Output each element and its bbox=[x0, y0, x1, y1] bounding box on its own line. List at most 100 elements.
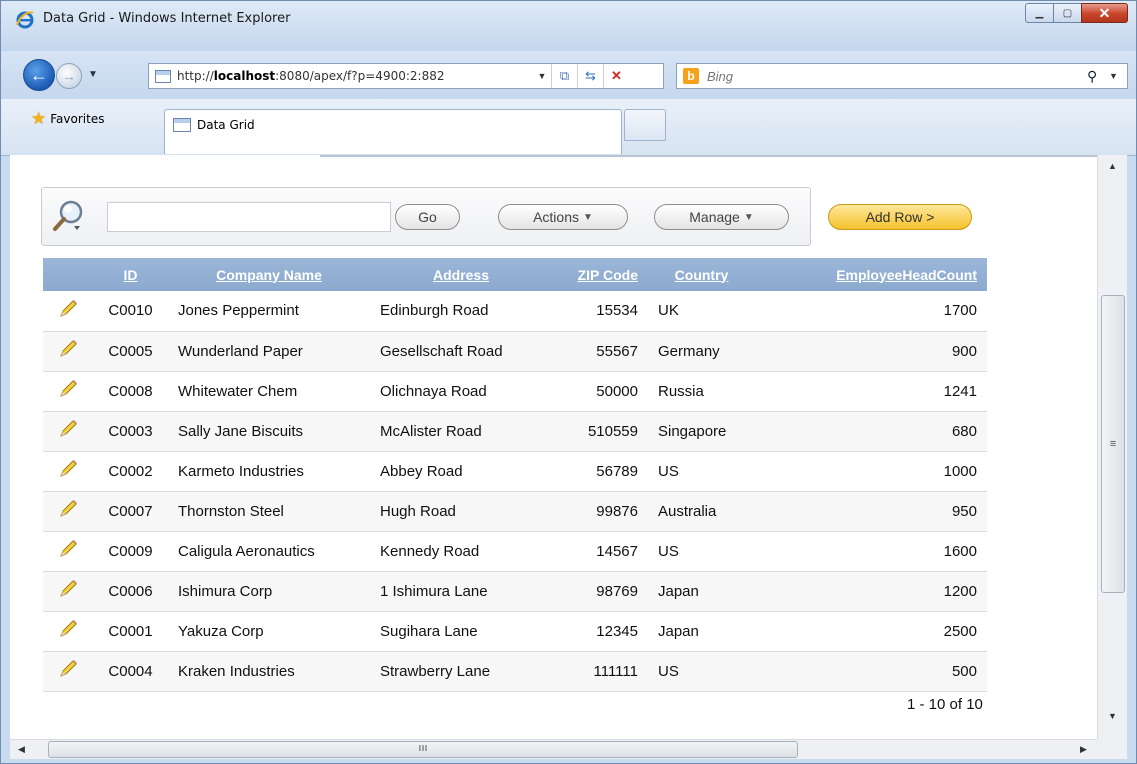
column-header-zip-code[interactable]: ZIP Code bbox=[552, 258, 648, 291]
cell-employee-head-count: 680 bbox=[755, 411, 987, 452]
search-placeholder[interactable]: Bing bbox=[707, 69, 1087, 84]
cell-company-name: Whitewater Chem bbox=[168, 371, 370, 412]
table-row: C0003 Sally Jane Biscuits McAlister Road 51… bbox=[43, 411, 987, 452]
grid-search-input[interactable] bbox=[107, 202, 391, 232]
cell-country: Japan bbox=[648, 611, 755, 652]
cell-company-name: Caligula Aeronautics bbox=[168, 531, 370, 572]
column-header-employee-head-count[interactable]: EmployeeHeadCount bbox=[755, 258, 987, 291]
column-header-address[interactable]: Address bbox=[370, 258, 552, 291]
cell-address: Edinburgh Road bbox=[370, 291, 552, 332]
stop-icon[interactable]: ✕ bbox=[603, 64, 629, 88]
back-button[interactable]: ← bbox=[23, 59, 55, 91]
cell-zip-code: 55567 bbox=[552, 331, 648, 372]
go-button[interactable]: Go bbox=[395, 204, 460, 230]
actions-menu-button[interactable]: Actions ▼ bbox=[498, 204, 628, 230]
column-header-company-name[interactable]: Company Name bbox=[168, 258, 370, 291]
new-tab-button[interactable] bbox=[624, 109, 666, 141]
pencil-icon[interactable] bbox=[57, 578, 79, 600]
cell-employee-head-count: 950 bbox=[755, 491, 987, 532]
edit-cell bbox=[43, 651, 93, 692]
pagination-info: 1 - 10 of 10 bbox=[907, 696, 983, 713]
cell-address: Sugihara Lane bbox=[370, 611, 552, 652]
minimize-button[interactable]: ▁ bbox=[1025, 3, 1054, 23]
horizontal-scrollbar[interactable]: ◀ ııı ▶ bbox=[10, 739, 1097, 759]
cell-id: C0007 bbox=[93, 491, 168, 532]
table-row: C0002 Karmeto Industries Abbey Road 56789 US… bbox=[43, 451, 987, 492]
cell-zip-code: 14567 bbox=[552, 531, 648, 572]
column-header-country[interactable]: Country bbox=[648, 258, 755, 291]
cell-country: Singapore bbox=[648, 411, 755, 452]
cell-address: Abbey Road bbox=[370, 451, 552, 492]
address-field[interactable]: http://localhost:8080/apex/f?p=4900:2:88… bbox=[148, 63, 664, 89]
cell-company-name: Yakuza Corp bbox=[168, 611, 370, 652]
go-label: Go bbox=[418, 209, 437, 225]
cell-country: Australia bbox=[648, 491, 755, 532]
address-dropdown-icon[interactable]: ▼ bbox=[533, 71, 551, 81]
scroll-right-icon[interactable]: ▶ bbox=[1080, 744, 1087, 755]
cell-id: C0006 bbox=[93, 571, 168, 612]
add-row-label: Add Row > bbox=[865, 209, 935, 225]
cell-address: Hugh Road bbox=[370, 491, 552, 532]
search-field[interactable]: b Bing ⚲ ▼ bbox=[676, 63, 1128, 89]
add-row-button[interactable]: Add Row > bbox=[828, 204, 972, 230]
cell-id: C0008 bbox=[93, 371, 168, 412]
cell-id: C0002 bbox=[93, 451, 168, 492]
table-row: C0005 Wunderland Paper Gesellschaft Road 55… bbox=[43, 331, 987, 372]
url-text[interactable]: http://localhost:8080/apex/f?p=4900:2:88… bbox=[177, 69, 533, 83]
pencil-icon[interactable] bbox=[57, 658, 79, 680]
tab-label: Data Grid bbox=[197, 118, 255, 132]
cell-country: Germany bbox=[648, 331, 755, 372]
cell-company-name: Kraken Industries bbox=[168, 651, 370, 692]
forward-button[interactable]: → bbox=[56, 63, 82, 89]
magnifier-icon[interactable] bbox=[52, 199, 86, 233]
cell-company-name: Karmeto Industries bbox=[168, 451, 370, 492]
pencil-icon[interactable] bbox=[57, 498, 79, 520]
recent-pages-dropdown[interactable]: ▼ bbox=[88, 69, 98, 80]
maximize-button[interactable]: ▢ bbox=[1053, 3, 1082, 23]
maximize-icon: ▢ bbox=[1062, 7, 1073, 19]
cell-address: Strawberry Lane bbox=[370, 651, 552, 692]
cell-zip-code: 15534 bbox=[552, 291, 648, 332]
title-bar: Data Grid - Windows Internet Explorer ▁ … bbox=[1, 1, 1136, 51]
pencil-icon[interactable] bbox=[57, 538, 79, 560]
scroll-down-icon[interactable]: ▼ bbox=[1108, 711, 1117, 721]
pencil-icon[interactable] bbox=[57, 418, 79, 440]
vertical-scrollbar[interactable]: ▲ ≡ ▼ bbox=[1097, 155, 1127, 739]
pencil-icon[interactable] bbox=[57, 378, 79, 400]
refresh-icon[interactable]: ⇆ bbox=[577, 64, 603, 88]
pencil-icon[interactable] bbox=[57, 458, 79, 480]
table-row: C0004 Kraken Industries Strawberry Lane 111… bbox=[43, 651, 987, 692]
cell-employee-head-count: 1000 bbox=[755, 451, 987, 492]
page-icon bbox=[173, 118, 191, 132]
cell-employee-head-count: 2500 bbox=[755, 611, 987, 652]
pencil-icon[interactable] bbox=[57, 298, 79, 320]
cell-zip-code: 510559 bbox=[552, 411, 648, 452]
compatibility-view-icon[interactable]: ⧉ bbox=[551, 64, 577, 88]
table-row: C0009 Caligula Aeronautics Kennedy Road 145… bbox=[43, 531, 987, 572]
cell-address: McAlister Road bbox=[370, 411, 552, 452]
search-icon[interactable]: ⚲ bbox=[1087, 68, 1109, 85]
column-header-id[interactable]: ID bbox=[93, 258, 168, 291]
cell-address: 1 Ishimura Lane bbox=[370, 571, 552, 612]
pencil-icon[interactable] bbox=[57, 338, 79, 360]
cell-country: US bbox=[648, 451, 755, 492]
search-dropdown-icon[interactable]: ▼ bbox=[1109, 71, 1127, 81]
pencil-icon[interactable] bbox=[57, 618, 79, 640]
vertical-scroll-thumb[interactable]: ≡ bbox=[1101, 295, 1125, 593]
edit-cell bbox=[43, 411, 93, 452]
scroll-left-icon[interactable]: ◀ bbox=[18, 744, 25, 755]
grip-icon: ≡ bbox=[1109, 438, 1117, 450]
cell-zip-code: 56789 bbox=[552, 451, 648, 492]
scroll-up-icon[interactable]: ▲ bbox=[1108, 161, 1117, 171]
cell-company-name: Ishimura Corp bbox=[168, 571, 370, 612]
edit-cell bbox=[43, 531, 93, 572]
page-content: Go Actions ▼ Manage ▼ Add Row > ID Company… bbox=[10, 155, 1127, 739]
horizontal-scroll-thumb[interactable]: ııı bbox=[48, 741, 798, 758]
manage-menu-button[interactable]: Manage ▼ bbox=[654, 204, 789, 230]
cell-zip-code: 98769 bbox=[552, 571, 648, 612]
favorites-button[interactable]: ★ Favorites bbox=[31, 109, 104, 129]
close-window-button[interactable]: ✕ bbox=[1081, 3, 1128, 23]
tab-data-grid[interactable]: Data Grid bbox=[164, 109, 622, 154]
grip-icon: ııı bbox=[418, 742, 428, 754]
cell-id: C0009 bbox=[93, 531, 168, 572]
